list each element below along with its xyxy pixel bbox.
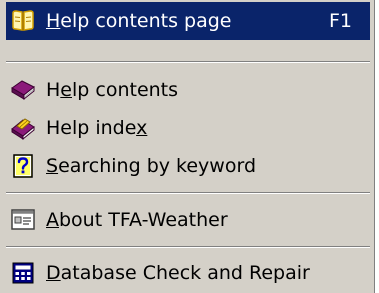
menu-item-database-check[interactable]: Database Check and Repair bbox=[6, 254, 370, 292]
menu-item-label: Searching by keyword bbox=[46, 155, 257, 177]
menu-item-about[interactable]: About TFA-Weather bbox=[6, 201, 370, 239]
menu-item-label: Help index bbox=[46, 117, 148, 139]
help-book-open-icon bbox=[10, 8, 36, 34]
menu-item-label: Database Check and Repair bbox=[46, 262, 310, 284]
menu-item-label: Help contents page bbox=[46, 10, 232, 32]
menu-item-help-contents[interactable]: Help contents bbox=[6, 71, 370, 109]
question-mark-icon bbox=[13, 154, 33, 178]
calculator-icon bbox=[12, 262, 34, 284]
about-window-icon bbox=[11, 209, 35, 230]
help-book-closed-icon bbox=[11, 80, 35, 101]
menu-separator bbox=[6, 246, 370, 248]
menu-item-help-index[interactable]: Help index bbox=[6, 109, 370, 147]
menu-item-help-contents-page[interactable]: Help contents page F1 bbox=[6, 2, 370, 40]
help-menu: Help contents page F1 Help contents Help… bbox=[0, 0, 375, 293]
menu-item-searching-by-keyword[interactable]: Searching by keyword bbox=[6, 147, 370, 185]
menu-separator bbox=[6, 61, 370, 63]
menu-item-shortcut: F1 bbox=[328, 10, 352, 32]
menu-item-label: Help contents bbox=[46, 79, 179, 101]
help-index-icon bbox=[11, 118, 35, 141]
menu-separator bbox=[6, 192, 370, 194]
menu-item-label: About TFA-Weather bbox=[46, 209, 228, 231]
